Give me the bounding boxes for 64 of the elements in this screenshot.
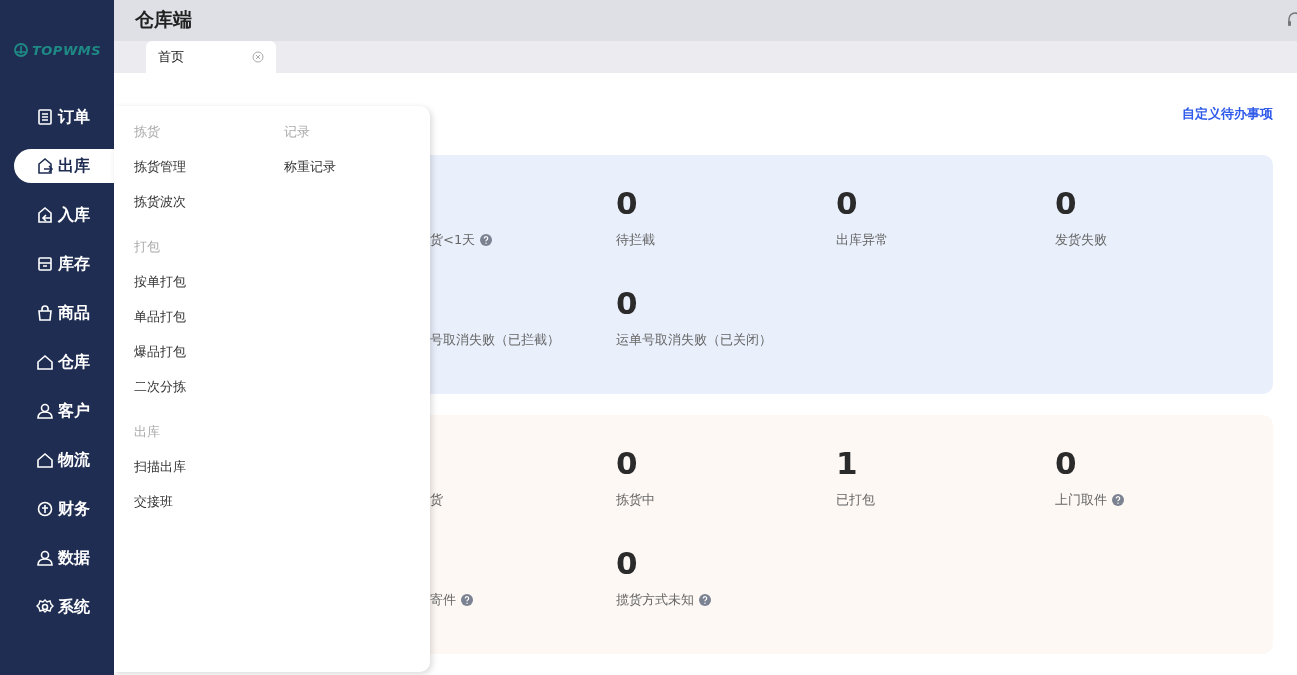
stat-label: 运单号取消失败（已关闭） (616, 331, 772, 349)
stat-value: 0 (616, 545, 638, 581)
menu-group-title: 记录 (284, 124, 310, 139)
sidebar-item[interactable]: 物流 (14, 443, 114, 477)
stat-value: 0 (1055, 445, 1077, 481)
sidebar-item[interactable]: 系统 (14, 590, 114, 624)
menu-group-title: 出库 (134, 424, 160, 439)
stat-value: 0 (616, 445, 638, 481)
stat-label: 号取消失败（已拦截） (430, 331, 560, 349)
stat-label: 货<1天 (430, 231, 476, 249)
stat-value: 0 (616, 285, 638, 321)
page-title: 仓库端 (135, 7, 192, 33)
sidebar-item[interactable]: 库存 (14, 247, 114, 281)
sidebar-item[interactable]: 出库 (14, 149, 114, 183)
person-icon (36, 402, 54, 420)
stat-label: 揽货方式未知 (616, 591, 694, 609)
drawer-icon (36, 255, 54, 273)
menu-item[interactable]: 拣货波次 (134, 194, 186, 209)
house-arrow-icon (36, 206, 54, 224)
stat-label: 寄件 (430, 591, 456, 609)
sidebar-item[interactable]: 数据 (14, 541, 114, 575)
menu-item[interactable]: 交接班 (134, 494, 173, 509)
sidebar-item[interactable]: 客户 (14, 394, 114, 428)
menu-item[interactable]: 爆品打包 (134, 344, 186, 359)
house-icon (36, 451, 54, 469)
customize-todo-link[interactable]: 自定义待办事项 (1182, 105, 1273, 123)
stat-value: 0 (1055, 185, 1077, 221)
stat-label: 上门取件 (1055, 491, 1107, 509)
menu-group-title: 拣货 (134, 124, 160, 139)
menu-group-title: 打包 (134, 239, 160, 254)
house-arrow-icon (36, 157, 54, 175)
menu-item[interactable]: 扫描出库 (134, 459, 186, 474)
menu-item[interactable]: 称重记录 (284, 159, 336, 174)
stat-label: 发货失败 (1055, 231, 1107, 249)
sidebar-item[interactable]: 商品 (14, 296, 114, 330)
menu-item[interactable]: 按单打包 (134, 274, 186, 289)
stat-value: 0 (616, 185, 638, 221)
stat-value: 0 (836, 185, 858, 221)
bag-icon (36, 304, 54, 322)
house-icon (36, 353, 54, 371)
help-icon[interactable] (699, 594, 711, 606)
page-tab[interactable]: 首页 (146, 41, 276, 73)
menu-item[interactable]: 拣货管理 (134, 159, 186, 174)
sidebar-item[interactable]: 财务 (14, 492, 114, 526)
stat-label: 出库异常 (836, 231, 888, 249)
person-icon (36, 549, 54, 567)
stat-label: 待拦截 (616, 231, 655, 249)
logo-text: TOPWMS (31, 42, 102, 58)
stat-value: 1 (836, 445, 858, 481)
help-icon[interactable] (480, 234, 493, 246)
menu-item[interactable]: 二次分拣 (134, 379, 186, 394)
stat-label: 拣货中 (616, 491, 655, 509)
stat-label: 已打包 (836, 491, 875, 509)
document-icon (36, 108, 54, 126)
stat-label: 货 (430, 491, 443, 509)
sidebar-item[interactable]: 入库 (14, 198, 114, 232)
close-icon[interactable] (252, 51, 264, 63)
sidebar-item[interactable]: 仓库 (14, 345, 114, 379)
help-icon[interactable] (1112, 494, 1124, 506)
logo-icon (12, 43, 29, 57)
coin-icon (36, 500, 54, 518)
menu-item[interactable]: 单品打包 (134, 309, 186, 324)
sidebar-item[interactable]: 订单 (14, 100, 114, 134)
help-icon[interactable] (461, 594, 473, 606)
